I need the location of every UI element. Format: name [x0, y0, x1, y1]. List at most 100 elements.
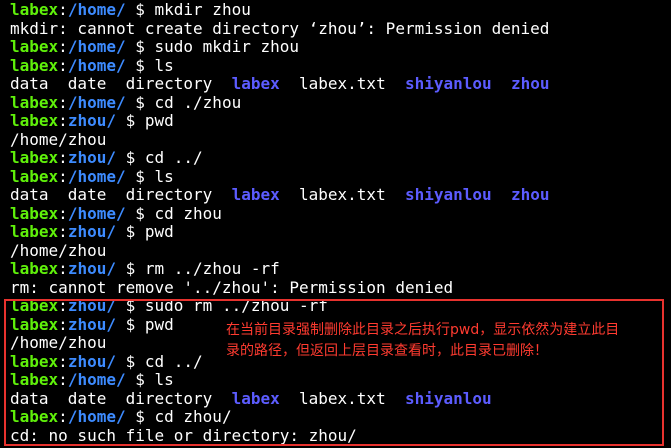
prompt-path: zhou/	[67, 259, 116, 278]
output-text: labex.txt	[279, 185, 405, 204]
prompt-path: /home/	[67, 92, 126, 112]
terminal-line: labex:/home/ $ cd ./zhou	[10, 92, 671, 113]
annotation-line: 在当前目录强制删除此目录之后执行pwd，显示依然为建立此目	[226, 322, 620, 338]
directory-name: shiyanlou	[404, 74, 492, 93]
output-text: mkdir: cannot create directory ‘zhou’: P…	[10, 18, 550, 38]
prompt-path: zhou/	[67, 222, 116, 241]
output-text: rm: cannot remove '../zhou': Permission …	[10, 277, 454, 297]
prompt-user: labex	[10, 166, 59, 186]
prompt-user: labex	[10, 296, 59, 315]
prompt-path: /home/	[67, 370, 126, 389]
prompt-path: /home/	[67, 0, 126, 19]
annotation-line: 录的路径，但返回上层目录查看时，此目录已删除！	[226, 343, 548, 359]
output-text: /home/zhou	[10, 240, 107, 260]
prompt-path: zhou/	[67, 148, 116, 167]
prompt-path: /home/	[67, 166, 126, 186]
terminal-line: labex:/home/ $ mkdir zhou	[10, 0, 671, 20]
output-text: :	[58, 37, 68, 56]
terminal-line: labex:/home/ $ cd zhou/	[10, 407, 671, 427]
output-text: $ cd ../	[115, 351, 203, 371]
output-text: :	[58, 296, 68, 315]
output-text: :	[58, 370, 68, 389]
terminal-line: labex:zhou/ $ rm ../zhou -rf	[10, 259, 671, 279]
terminal-line: labex:/home/ $ ls	[10, 55, 671, 76]
output-text: $ rm ../zhou -rf	[115, 259, 280, 278]
prompt-user: labex	[10, 148, 59, 167]
directory-name: labex	[231, 74, 280, 93]
terminal-line: labex:/home/ $ cd zhou	[10, 203, 671, 224]
output-text: /home/zhou	[10, 129, 107, 149]
prompt-user: labex	[10, 370, 59, 389]
output-text: data date directory	[10, 74, 232, 93]
prompt-user: labex	[10, 55, 59, 75]
output-text: data date directory	[10, 185, 232, 204]
terminal-line: data date directory labex labex.txt shiy…	[10, 185, 671, 205]
output-text: :	[58, 0, 68, 19]
prompt-user: labex	[10, 259, 59, 278]
terminal-line: data date directory labex labex.txt shiy…	[10, 388, 671, 409]
prompt-path: zhou/	[67, 296, 116, 315]
output-text: :	[58, 407, 68, 426]
output-text: :	[58, 148, 68, 167]
output-text: labex.txt	[279, 74, 405, 93]
terminal-line: /home/zhou	[10, 240, 671, 261]
output-text: $ ls	[125, 55, 174, 75]
output-text: $ cd ./zhou	[125, 92, 242, 112]
output-text: :	[58, 203, 68, 223]
output-text: data date directory	[10, 388, 232, 408]
prompt-path: /home/	[67, 407, 126, 426]
output-text: $ sudo mkdir zhou	[125, 37, 299, 56]
output-text: cd: no such file or directory: zhou/	[10, 425, 357, 445]
output-text: $ ls	[125, 370, 174, 389]
output-text: :	[58, 222, 68, 241]
output-text: /home/zhou	[10, 333, 107, 352]
terminal-line: labex:zhou/ $ sudo rm ../zhou -rf	[10, 296, 671, 316]
output-text: $ pwd	[115, 314, 174, 334]
prompt-user: labex	[10, 351, 59, 371]
directory-name: labex	[231, 388, 280, 408]
prompt-user: labex	[10, 0, 59, 19]
terminal-line: mkdir: cannot create directory ‘zhou’: P…	[10, 18, 671, 39]
output-text: $ cd zhou/	[125, 407, 232, 426]
output-text: $ pwd	[115, 111, 174, 130]
output-text: :	[58, 351, 68, 371]
prompt-path: zhou/	[67, 351, 116, 371]
output-text: :	[58, 314, 68, 334]
directory-name: zhou	[510, 74, 550, 93]
terminal-output[interactable]: labex:/home/ $ mkdir zhou mkdir: cannot c…	[0, 0, 671, 448]
directory-name: shiyanlou	[404, 185, 492, 204]
prompt-user: labex	[10, 111, 59, 130]
prompt-path: /home/	[67, 203, 126, 223]
terminal-line: data date directory labex labex.txt shiy…	[10, 74, 671, 94]
directory-name: shiyanlou	[404, 388, 492, 408]
prompt-path: /home/	[67, 55, 126, 75]
prompt-path: /home/	[67, 37, 126, 56]
terminal-line: rm: cannot remove '../zhou': Permission …	[10, 277, 671, 298]
terminal-line: labex:/home/ $ ls	[10, 166, 671, 187]
output-text: $ sudo rm ../zhou -rf	[115, 296, 328, 315]
prompt-user: labex	[10, 203, 59, 223]
output-text: $ mkdir zhou	[125, 0, 251, 19]
annotation-note: 在当前目录强制删除此目录之后执行pwd，显示依然为建立此目 录的路径，但返回上层…	[226, 320, 666, 362]
output-text: :	[58, 92, 68, 112]
terminal-line: labex:zhou/ $ pwd	[10, 222, 671, 242]
output-text: $ cd zhou	[125, 203, 222, 223]
output-text: :	[58, 55, 68, 75]
prompt-user: labex	[10, 314, 59, 334]
output-text: $ cd ../	[115, 148, 203, 167]
output-text: $ ls	[125, 166, 174, 186]
output-text: :	[58, 259, 68, 278]
output-text: labex.txt	[279, 388, 405, 408]
terminal-line: labex:zhou/ $ pwd	[10, 111, 671, 131]
terminal-line: cd: no such file or directory: zhou/	[10, 425, 671, 446]
terminal-line: labex:/home/ $ ls	[10, 370, 671, 390]
prompt-path: zhou/	[67, 111, 116, 130]
prompt-user: labex	[10, 92, 59, 112]
prompt-user: labex	[10, 222, 59, 241]
output-text: $ pwd	[115, 222, 174, 241]
prompt-user: labex	[10, 37, 59, 56]
terminal-line: labex:zhou/ $ cd ../	[10, 148, 671, 168]
prompt-path: zhou/	[67, 314, 116, 334]
